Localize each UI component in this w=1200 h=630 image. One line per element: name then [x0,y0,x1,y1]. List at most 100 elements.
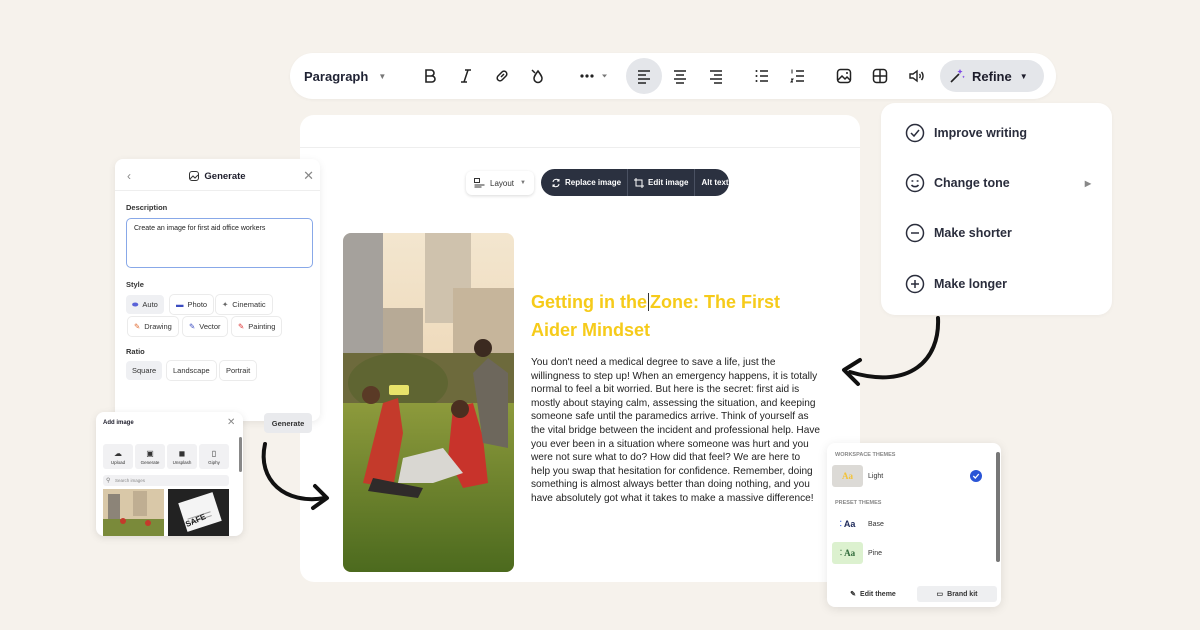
auto-icon: ⬬ [132,299,139,309]
dots-icon: ⁚ [839,521,842,528]
chevron-down-icon: ▼ [1019,71,1028,81]
ratio-chip-square[interactable]: Square [126,361,163,380]
improve-writing-item[interactable]: Improve writing [905,123,1027,143]
theme-base-swatch-text: Aa [843,519,856,529]
first-aid-photo[interactable] [343,233,514,572]
theme-light-label: Light [868,472,884,480]
theme-base-label: Base [868,520,884,528]
style-photo-label: Photo [187,300,208,309]
generate-label: Generate [140,459,160,465]
make-longer-item[interactable]: Make longer [905,274,1007,294]
style-vector-label: Vector [199,322,221,331]
unsplash-source-button[interactable]: ◼ Unsplash [167,444,197,469]
image-search-input[interactable]: ⚲ Search images [103,475,229,486]
edit-theme-button[interactable]: ✎ Edit theme [833,586,913,602]
generate-image-icon [189,171,200,181]
theme-pine-swatch: ⁚ Aa [832,542,863,564]
search-placeholder: Search images [115,478,146,483]
replace-image-button[interactable]: Replace image [551,178,621,188]
replace-icon [552,178,560,187]
ratio-landscape-label: Landscape [173,366,210,375]
style-chip-painting[interactable]: ✎ Painting [232,317,282,336]
search-icon: ⚲ [106,478,111,484]
align-center-icon[interactable] [662,58,698,94]
style-chip-photo[interactable]: ▬ Photo [170,295,214,314]
paragraph-dropdown[interactable]: Paragraph ▼ [304,69,412,84]
make-shorter-label: Make shorter [934,226,1012,240]
refine-button[interactable]: Refine ▼ [940,60,1044,92]
curved-arrow-icon [842,316,941,386]
chevron-down-icon: ▼ [520,180,526,186]
ratio-label: Ratio [126,347,145,356]
ratio-chip-landscape[interactable]: Landscape [167,361,216,380]
ratio-chip-portrait[interactable]: Portrait [220,361,257,380]
link-icon[interactable] [484,58,520,94]
speaker-icon[interactable] [898,58,934,94]
theme-pine[interactable]: ⁚ Aa Pine [832,542,882,564]
numbered-list-icon[interactable] [780,58,816,94]
style-chip-cinematic[interactable]: ✦ Cinematic [216,295,272,314]
close-icon[interactable]: ✕ [227,417,235,428]
description-input[interactable]: Create an image for first aid office wor… [126,218,313,268]
unsplash-icon: ◼ [178,448,186,458]
style-painting-label: Painting [248,322,276,331]
photo-icon: ▬ [176,300,184,309]
style-chip-auto[interactable]: ⬬ Auto [126,295,164,314]
formatting-toolbar: Paragraph ▼ Refine ▼ [290,53,1056,99]
generate-image-icon: ▣ [146,448,154,458]
theme-base[interactable]: ⁚ Aa Base [832,513,884,535]
make-longer-label: Make longer [934,277,1007,291]
back-arrow-icon[interactable]: ‹ [127,169,131,183]
article-body[interactable]: You don't need a medical degree to save … [531,356,821,506]
style-chip-vector[interactable]: ✎ Vector [183,317,227,336]
replace-image-label: Replace image [565,178,622,187]
bold-icon[interactable] [412,58,448,94]
text-cursor [648,293,649,311]
giphy-label: Giphy [208,459,220,465]
check-circle-icon [905,123,925,143]
brand-kit-button[interactable]: ▭ Brand kit [917,586,997,602]
generate-source-button[interactable]: ▣ Generate [135,444,165,469]
align-left-icon[interactable] [626,58,662,94]
giphy-icon: ▯ [211,448,217,458]
theme-light-swatch: Aa [832,465,863,487]
thumbnail-safe-sign[interactable] [168,489,229,536]
more-options-icon[interactable] [574,58,614,94]
workspace-themes-label: WORKSPACE THEMES [835,452,896,458]
painting-icon: ✎ [238,322,245,331]
alt-text-button[interactable]: Alt text [701,178,728,187]
minus-circle-icon [905,223,925,243]
style-chip-drawing[interactable]: ✎ Drawing [128,317,178,336]
italic-icon[interactable] [448,58,484,94]
bullet-list-icon[interactable] [744,58,780,94]
text-color-icon[interactable] [520,58,556,94]
layout-dropdown[interactable]: Layout ▼ [466,171,534,195]
theme-scrollbar[interactable] [996,452,1000,562]
smiley-icon [905,173,925,193]
generate-button[interactable]: Generate [264,413,312,433]
theme-light[interactable]: Aa Light [832,465,982,487]
theme-pine-swatch-text: Aa [844,548,856,558]
scrollbar[interactable] [239,437,242,472]
close-icon[interactable]: ✕ [303,168,314,184]
change-tone-label: Change tone [934,176,1010,190]
chevron-down-icon: ▼ [378,71,387,81]
paragraph-label: Paragraph [304,68,369,84]
improve-writing-label: Improve writing [934,126,1028,140]
insert-image-icon[interactable] [826,58,862,94]
giphy-source-button[interactable]: ▯ Giphy [199,444,229,469]
thumbnail-city[interactable] [103,489,164,536]
make-shorter-item[interactable]: Make shorter [905,223,1012,243]
change-tone-item[interactable]: Change tone ▶ [905,173,1091,193]
refine-label: Refine [972,68,1012,84]
description-label: Description [126,203,168,212]
insert-table-icon[interactable] [862,58,898,94]
upload-source-button[interactable]: ☁ Upload [103,444,133,469]
generate-panel: ‹ Generate ✕ Description Create an image… [115,159,320,421]
align-right-icon[interactable] [698,58,734,94]
article-heading[interactable]: Getting in the Zone: The First Aider Mind… [531,288,821,344]
edit-image-button[interactable]: Edit image [634,177,688,188]
upload-label: Upload [110,459,126,465]
theme-panel: WORKSPACE THEMES Aa Light PRESET THEMES … [827,443,1001,607]
heading-part-1: Getting in the [531,292,647,312]
